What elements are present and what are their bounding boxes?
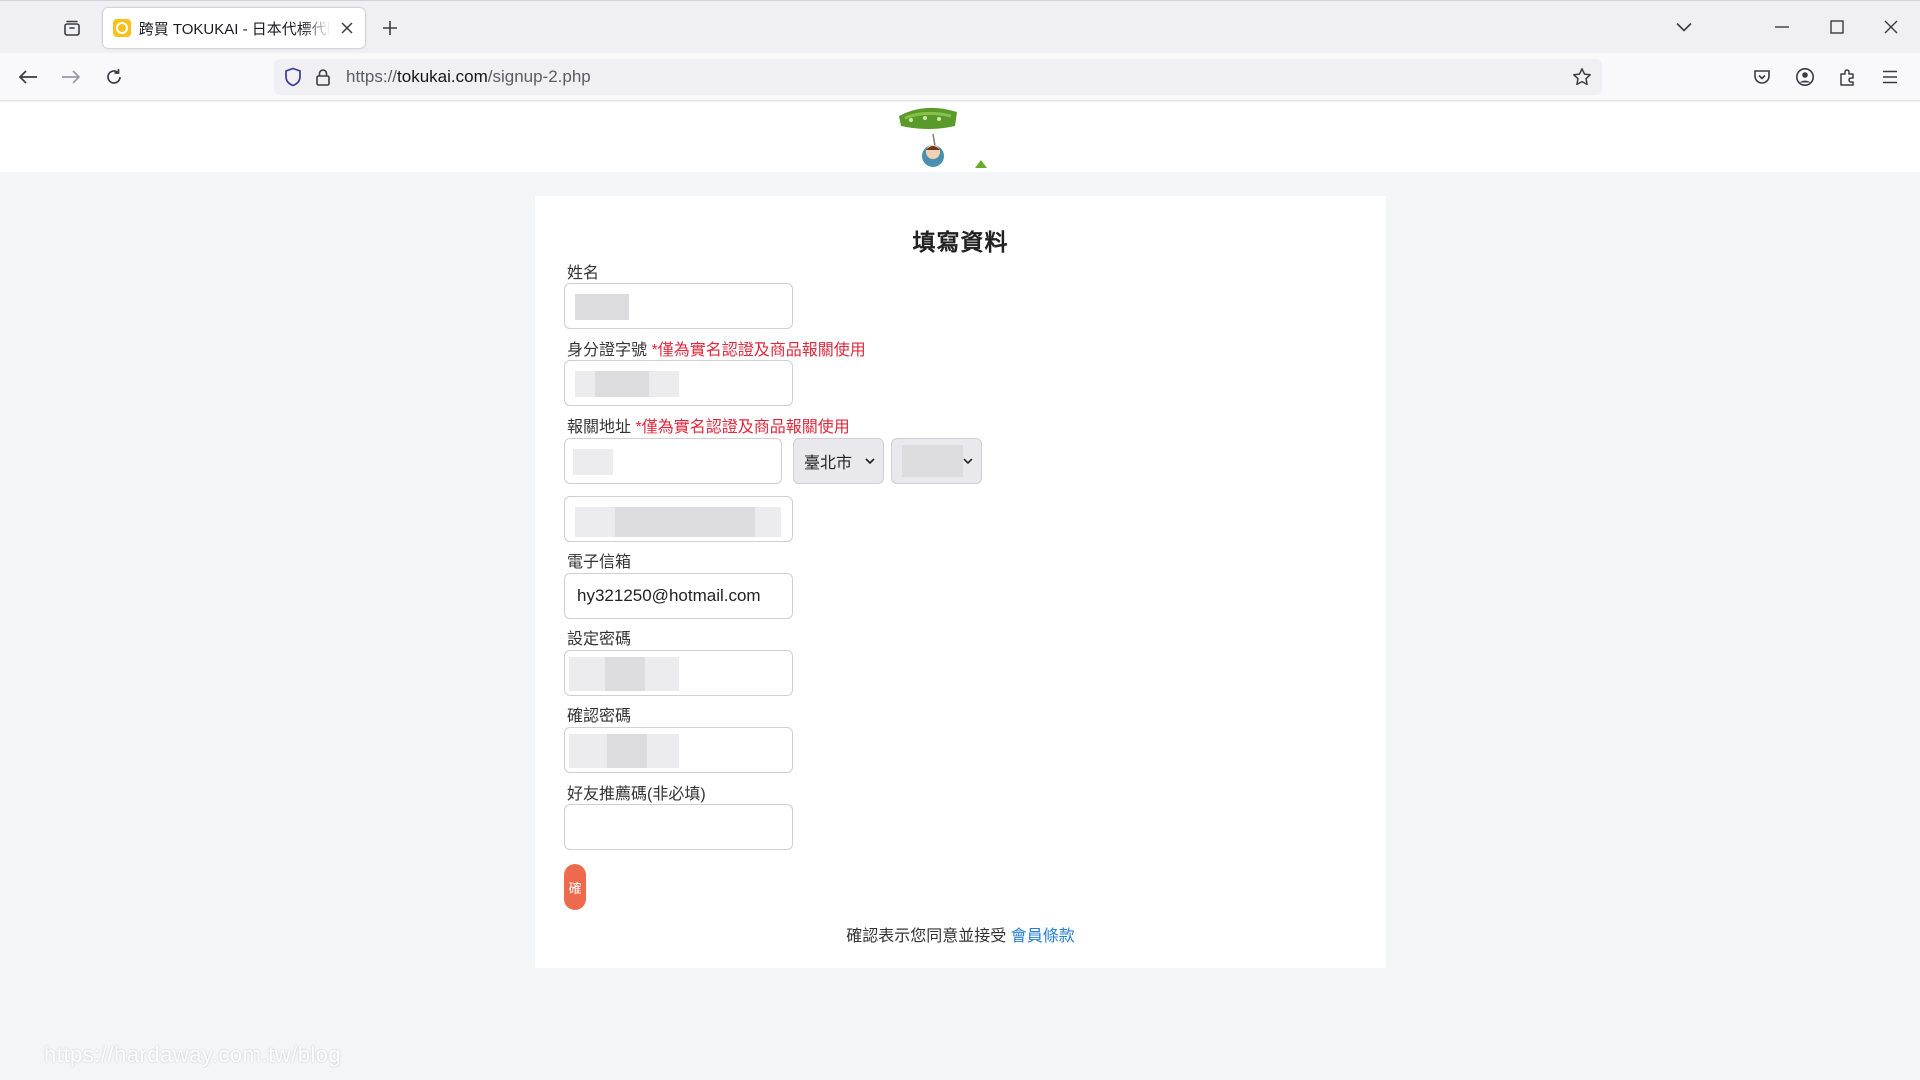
active-tab[interactable]: 跨買 TOKUKAI - 日本代標代購 (103, 8, 365, 48)
forward-arrow-icon[interactable] (55, 61, 87, 93)
redacted-value (575, 294, 629, 320)
account-icon[interactable] (1789, 61, 1821, 93)
browser-nav-bar: https://tokukai.com/signup-2.php (0, 53, 1920, 101)
chevron-down-icon (963, 457, 973, 464)
address-note: *僅為實名認證及商品報關使用 (635, 419, 850, 436)
minimize-icon[interactable] (1762, 11, 1802, 43)
city-select[interactable]: 臺北市 (793, 438, 884, 484)
tracking-protection-shield-icon[interactable] (282, 66, 304, 88)
url-host: tokukai.com (397, 67, 488, 86)
district-select[interactable] (891, 438, 982, 484)
watermark-text: https://hardaway.com.tw/blog (44, 1042, 342, 1067)
street-address-input[interactable] (564, 496, 793, 542)
signup-form-card: 填寫資料 姓名 身分證字號 *僅為實名認證及商品報關使用 報關地址 *僅為實名認… (535, 196, 1386, 968)
maximize-icon[interactable] (1817, 11, 1857, 43)
name-input[interactable] (564, 283, 793, 329)
email-input[interactable] (564, 573, 793, 619)
submit-button[interactable]: 確 (564, 864, 586, 910)
redacted-value (615, 507, 755, 537)
tab-title: 跨買 TOKUKAI - 日本代標代購 (138, 20, 332, 38)
address-bar[interactable]: https://tokukai.com/signup-2.php (274, 59, 1602, 95)
id-number-input[interactable] (564, 360, 793, 406)
address-label-text: 報關地址 (567, 419, 632, 436)
close-tab-icon[interactable] (339, 20, 355, 36)
url-text: https://tokukai.com/signup-2.php (346, 67, 591, 87)
terms-notice: 確認表示您同意並接受 會員條款 (535, 922, 1386, 946)
tab-list-icon[interactable] (52, 13, 92, 43)
id-number-note: *僅為實名認證及商品報關使用 (651, 342, 866, 359)
referral-code-input[interactable] (564, 804, 793, 850)
form-title: 填寫資料 (912, 229, 1009, 255)
url-path: /signup-2.php (487, 67, 591, 86)
bookmark-star-icon[interactable] (1570, 65, 1594, 89)
id-number-label: 身分證字號 *僅為實名認證及商品報關使用 (567, 336, 866, 360)
back-arrow-icon[interactable] (12, 61, 44, 93)
terms-text: 確認表示您同意並接受 (846, 928, 1007, 945)
id-number-label-text: 身分證字號 (567, 342, 648, 359)
extensions-puzzle-icon[interactable] (1832, 61, 1864, 93)
new-tab-icon[interactable] (376, 14, 404, 42)
lock-icon[interactable] (312, 66, 334, 88)
address-label: 報關地址 *僅為實名認證及商品報關使用 (567, 413, 850, 437)
password-input[interactable] (564, 650, 793, 696)
list-all-tabs-icon[interactable] (1664, 11, 1704, 43)
postal-code-input[interactable] (564, 438, 782, 484)
redacted-value (573, 449, 613, 475)
site-favicon-icon (113, 19, 131, 37)
site-header (0, 102, 1920, 172)
redacted-value (607, 734, 647, 768)
redacted-value (605, 657, 645, 691)
email-label: 電子信箱 (567, 554, 632, 571)
name-label: 姓名 (567, 265, 600, 282)
member-terms-link[interactable]: 會員條款 (1011, 928, 1075, 945)
browser-tab-bar: 跨買 TOKUKAI - 日本代標代購 (0, 0, 1920, 53)
site-logo-illustration[interactable] (895, 106, 995, 170)
reload-icon[interactable] (98, 61, 130, 93)
close-window-icon[interactable] (1871, 11, 1911, 43)
redacted-value (902, 445, 964, 477)
referral-code-label: 好友推薦碼(非必填) (567, 786, 706, 803)
password-label: 設定密碼 (567, 631, 632, 648)
pocket-icon[interactable] (1746, 61, 1778, 93)
confirm-password-label: 確認密碼 (567, 708, 632, 725)
chevron-down-icon (865, 457, 875, 464)
city-select-value: 臺北市 (804, 455, 853, 472)
confirm-password-input[interactable] (564, 727, 793, 773)
url-scheme: https:// (346, 67, 398, 86)
redacted-value (595, 371, 649, 397)
app-menu-icon[interactable] (1874, 61, 1906, 93)
